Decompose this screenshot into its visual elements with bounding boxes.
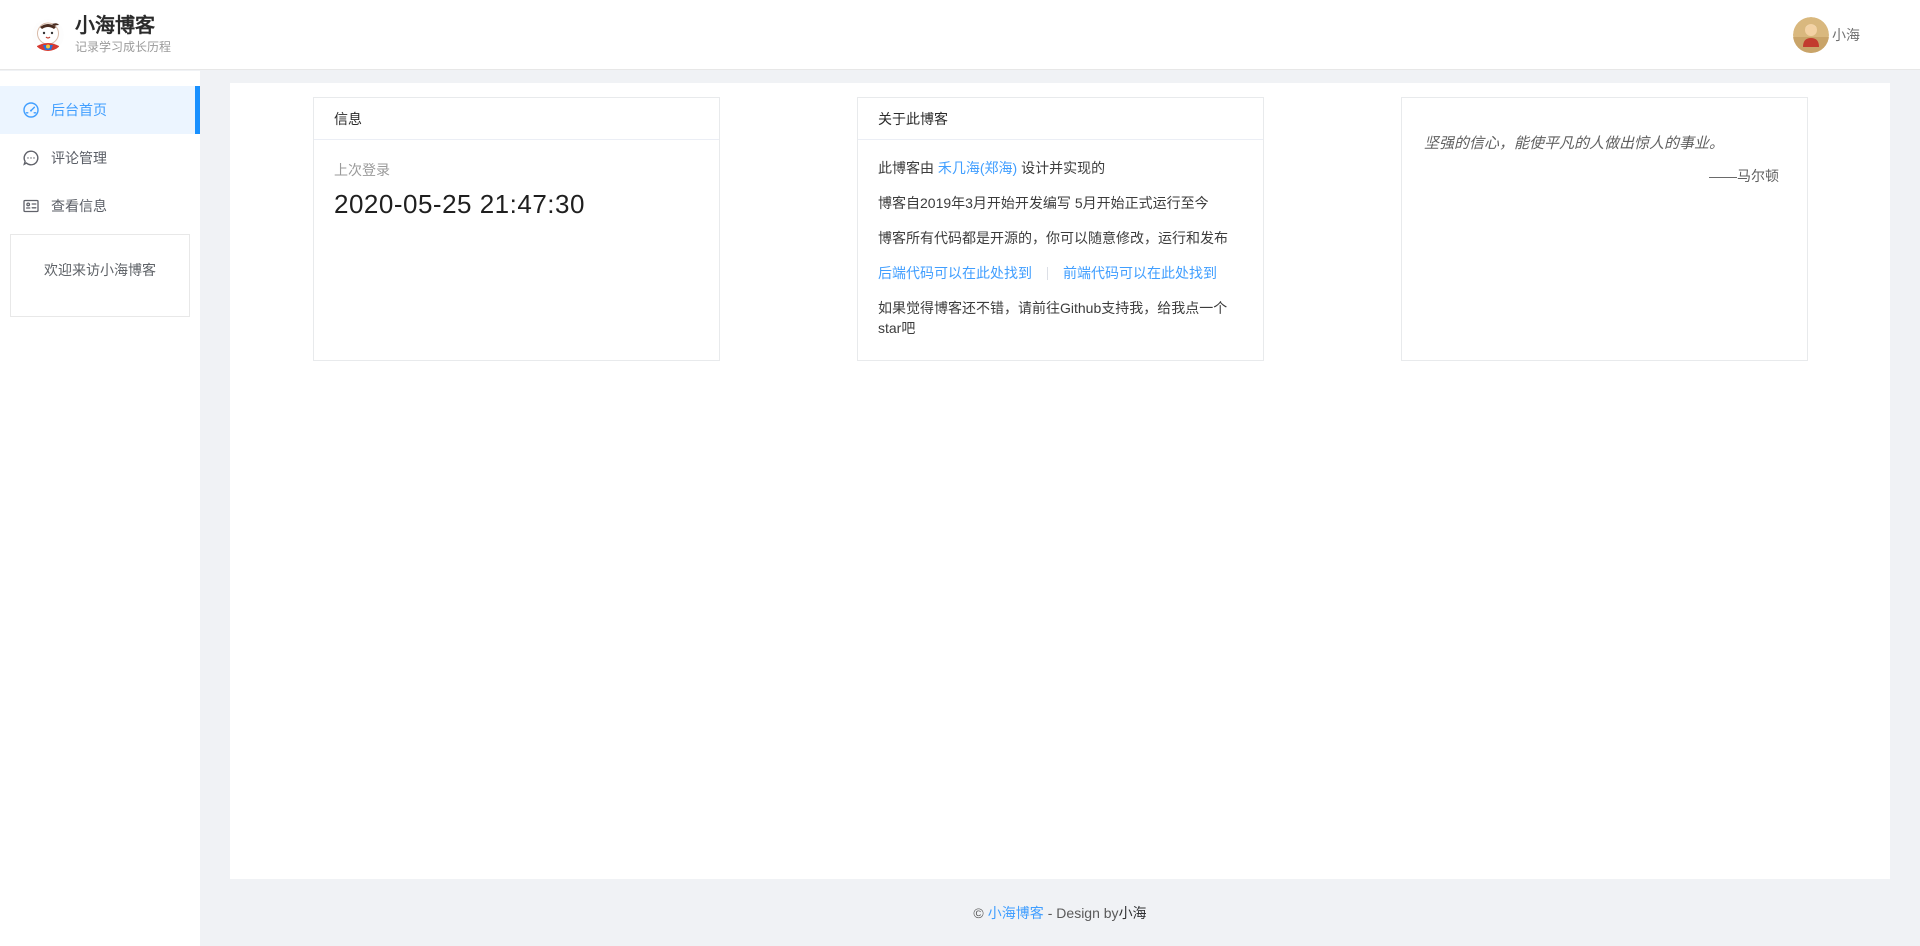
about-card: 关于此博客 此博客由 禾几海(郑海) 设计并实现的 博客自2019年3月开始开发… — [857, 97, 1264, 361]
quote-card: 坚强的信心，能使平凡的人做出惊人的事业。 ——马尔顿 — [1401, 97, 1808, 361]
about-line-author: 此博客由 禾几海(郑海) 设计并实现的 — [878, 158, 1243, 178]
sidebar-item-view-info[interactable]: 查看信息 — [0, 182, 200, 230]
footer-author: 小海 — [1119, 903, 1147, 923]
site-subtitle: 记录学习成长历程 — [75, 40, 171, 55]
footer-site-link[interactable]: 小海博客 — [988, 903, 1044, 923]
quote-author: ——马尔顿 — [1424, 166, 1785, 186]
id-card-icon — [22, 197, 40, 215]
last-login-label: 上次登录 — [334, 160, 699, 180]
about-line-opensource: 博客所有代码都是开源的，你可以随意修改，运行和发布 — [878, 228, 1243, 248]
sidebar: 后台首页 评论管理 查看信息 — [0, 71, 200, 946]
odometer-icon — [22, 101, 40, 119]
frontend-code-link[interactable]: 前端代码可以在此处找到 — [1063, 265, 1217, 281]
page-footer: © 小海博客 - Design by 小海 — [200, 879, 1920, 946]
welcome-text: 欢迎来访小海博客 — [44, 260, 156, 280]
sidebar-item-label: 查看信息 — [51, 196, 107, 216]
about-card-title: 关于此博客 — [858, 98, 1263, 140]
last-login-value: 2020-05-25 21:47:30 — [334, 189, 699, 220]
site-logo-icon — [32, 19, 64, 51]
link-divider — [1047, 267, 1048, 280]
about-line-history: 博客自2019年3月开始开发编写 5月开始正式运行至今 — [878, 193, 1243, 213]
about-line-code-links: 后端代码可以在此处找到 前端代码可以在此处找到 — [878, 263, 1243, 283]
sidebar-item-label: 评论管理 — [51, 148, 107, 168]
user-menu[interactable]: 小海 — [1793, 17, 1860, 53]
backend-code-link[interactable]: 后端代码可以在此处找到 — [878, 265, 1032, 281]
sidebar-item-dashboard[interactable]: 后台首页 — [0, 86, 200, 134]
quote-text: 坚强的信心，能使平凡的人做出惊人的事业。 — [1424, 134, 1785, 154]
info-card-title: 信息 — [314, 98, 719, 140]
author-link[interactable]: 禾几海(郑海) — [938, 160, 1017, 176]
brand-block[interactable]: 小海博客 记录学习成长历程 — [32, 14, 171, 55]
sidebar-menu: 后台首页 评论管理 查看信息 — [0, 71, 200, 230]
site-title: 小海博客 — [75, 14, 171, 38]
user-avatar — [1793, 17, 1829, 53]
footer-middle-text: - Design by — [1048, 905, 1119, 921]
copyright-text: © — [973, 905, 983, 921]
sidebar-item-comments[interactable]: 评论管理 — [0, 134, 200, 182]
about-line-star: 如果觉得博客还不错，请前往Github支持我，给我点一个star吧 — [878, 298, 1243, 338]
sidebar-item-label: 后台首页 — [51, 100, 107, 120]
welcome-box: 欢迎来访小海博客 — [10, 234, 190, 317]
main-content: 信息 上次登录 2020-05-25 21:47:30 关于此博客 此博客由 禾… — [230, 83, 1890, 879]
comment-icon — [22, 149, 40, 167]
top-header: 小海博客 记录学习成长历程 小海 — [0, 0, 1920, 70]
info-card: 信息 上次登录 2020-05-25 21:47:30 — [313, 97, 720, 361]
user-name: 小海 — [1832, 25, 1860, 45]
